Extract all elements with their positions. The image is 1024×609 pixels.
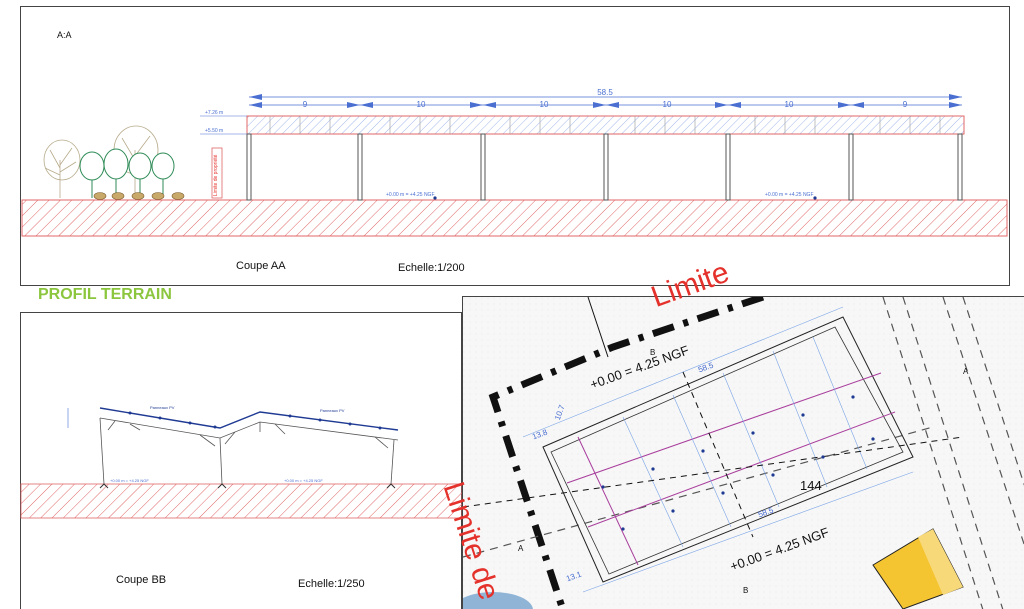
section-bb-scale: Echelle:1/250 <box>298 578 365 590</box>
ground-hatch-bb <box>20 483 462 519</box>
ngf-label-1: +0.00 m = +4.25 NGF <box>386 192 435 198</box>
profil-terrain-title: PROFIL TERRAIN <box>38 286 172 303</box>
section-bb-caption: Coupe BB <box>116 574 167 586</box>
panel-left-label: Panneaux PV <box>150 405 175 410</box>
span-label-5: 10 <box>785 100 794 109</box>
span-label-1: 9 <box>303 100 308 109</box>
panel-right-label: Panneaux PV <box>320 408 345 413</box>
span-label-3: 10 <box>540 100 549 109</box>
level-top-label: +7.26 m <box>205 110 223 116</box>
ngf-bb-2: +0.00 m = +4.25 NGF <box>284 478 323 483</box>
section-aa-drawing: Limite de propriété 58.5 9 10 10 10 10 9… <box>21 88 1008 237</box>
trees-illustration <box>43 125 185 200</box>
section-marker-a: A <box>518 544 524 553</box>
section-marker-a-right: A <box>963 367 969 376</box>
property-limit-text: Limite de propriété <box>213 154 219 196</box>
level-mid-label: +5.50 m <box>205 128 223 134</box>
span-label-2: 10 <box>417 100 426 109</box>
section-marker-b-bottom: B <box>743 586 749 595</box>
section-marker-b: B <box>650 348 656 357</box>
columns <box>246 133 963 201</box>
parcel-number: 144 <box>800 478 822 493</box>
ngf-bb-1: +0.00 m = +4.25 NGF <box>110 478 149 483</box>
section-bb-drawing: Panneaux PV Panneaux PV +0.00 m = +4.25 … <box>20 405 462 519</box>
section-aa-scale: Echelle:1/200 <box>398 262 465 274</box>
span-label-6: 9 <box>903 100 908 109</box>
ground-hatch <box>21 199 1008 237</box>
total-length-label: 58.5 <box>597 88 613 97</box>
section-aa-caption: Coupe AA <box>236 260 286 272</box>
pv-roof-band <box>246 115 965 135</box>
span-label-4: 10 <box>663 100 672 109</box>
ngf-label-2: +0.00 m = +4.25 NGF <box>765 192 814 198</box>
